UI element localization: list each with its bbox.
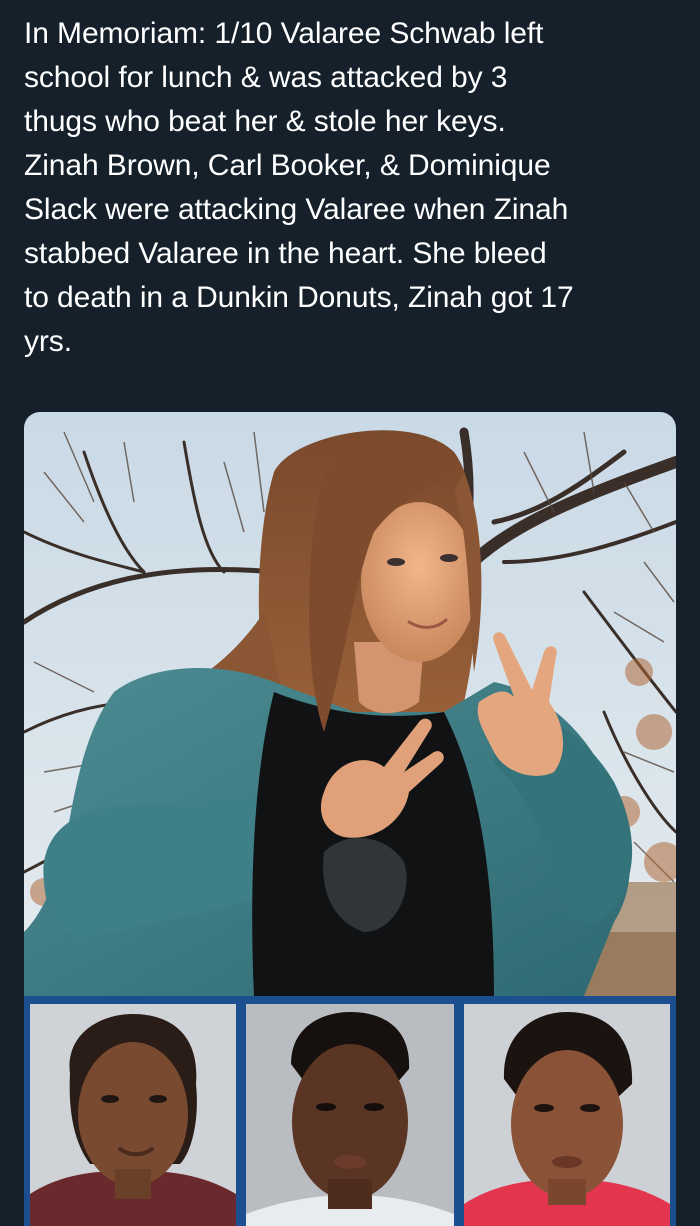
main-photo[interactable] bbox=[24, 412, 676, 996]
mugshot-photo-1-image bbox=[30, 1004, 236, 1226]
mugshot-strip bbox=[24, 996, 676, 1226]
mugshot-1[interactable] bbox=[30, 1004, 236, 1226]
mugshot-photo-2-image bbox=[246, 1004, 454, 1226]
mugshot-photo-3-image bbox=[464, 1004, 670, 1226]
portrait-photo-image bbox=[24, 412, 676, 996]
post-media[interactable] bbox=[24, 412, 676, 1226]
mugshot-3[interactable] bbox=[464, 1004, 670, 1226]
mugshot-2[interactable] bbox=[246, 1004, 454, 1226]
post-text: In Memoriam: 1/10 Valaree Schwab left sc… bbox=[24, 17, 574, 358]
